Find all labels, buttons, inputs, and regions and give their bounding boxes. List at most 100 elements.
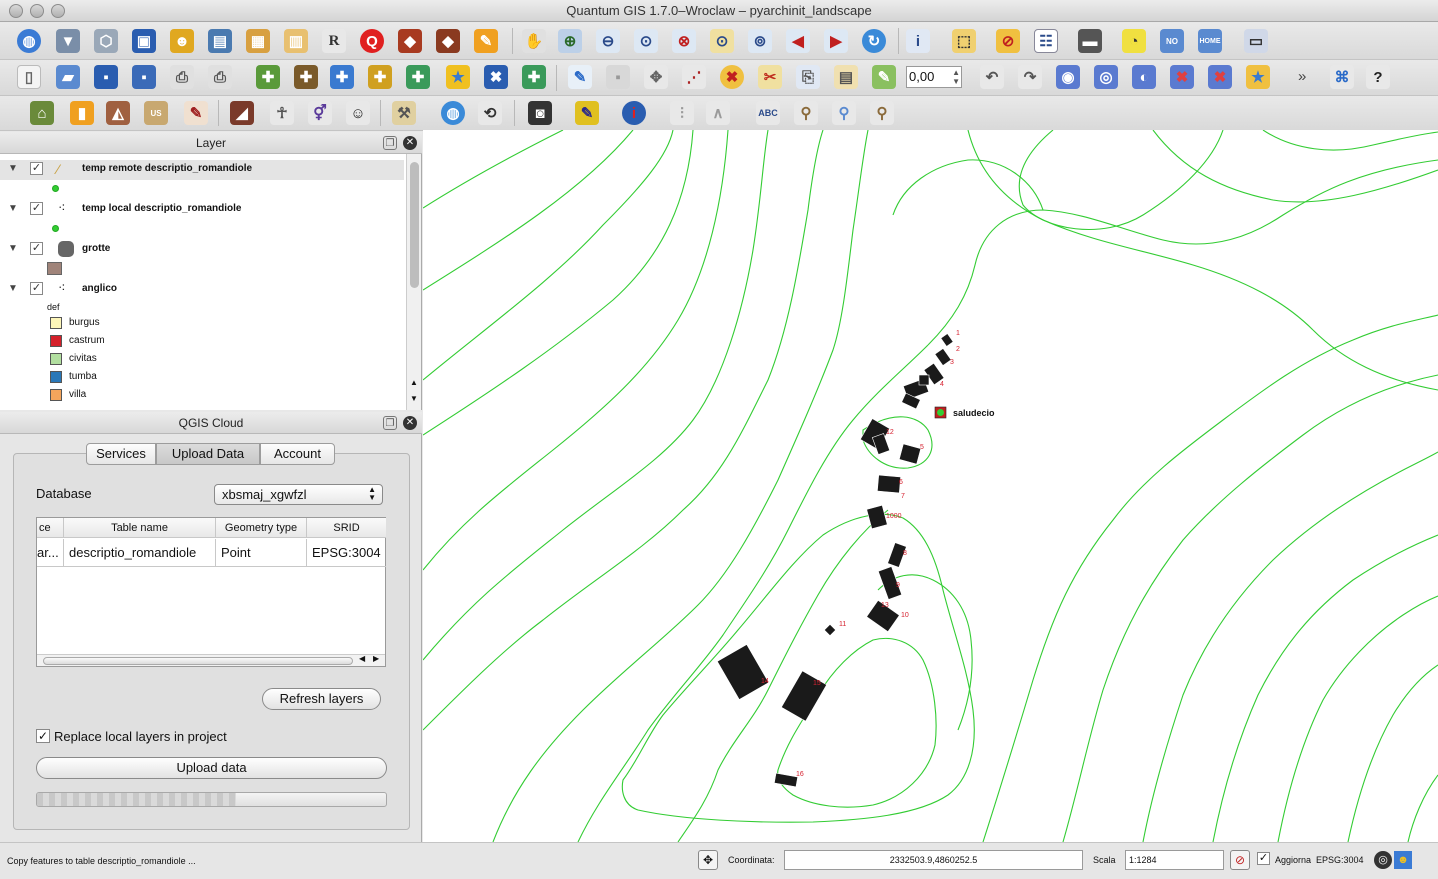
layer-visibility-checkbox[interactable]: ✓ [30,202,43,215]
geoprocessing-icon[interactable]: ◍ [441,101,465,125]
db-connect-icon[interactable]: ⬡ [94,29,118,53]
minimize-window-button[interactable] [30,4,44,18]
scroll-down-icon[interactable]: ▼ [410,394,418,403]
layer-visibility-checkbox[interactable]: ✓ [30,162,43,175]
pin-label-icon[interactable]: ⚲ [794,101,818,125]
zoom-layer-icon[interactable]: ⊙ [710,29,734,53]
crs-status-icon[interactable]: ◎ [1374,851,1392,869]
dig-tool-icon[interactable]: ⚒ [392,101,416,125]
python-icon[interactable]: ✎ [575,101,599,125]
coordinate-field[interactable]: 2332503.9,4860252.5 [784,850,1083,870]
save-as-icon[interactable]: ▪ [132,65,156,89]
us-form-icon[interactable]: US [144,101,168,125]
map-canvas[interactable]: saludecio 1 2 3 4 5 6 7 8 9 10 11 12 13 … [423,130,1438,842]
add-spatialite-icon[interactable]: ✚ [368,65,392,89]
people-icon[interactable]: ☺ [346,101,370,125]
expand-triangle-icon[interactable]: ▼ [8,283,18,294]
layer-row[interactable]: ▼ ✓ ⁖ anglico [0,280,404,300]
horizontal-scrollbar[interactable]: ◀ ▶ [37,654,385,666]
add-raster-icon[interactable]: ✚ [294,65,318,89]
zoom-full-icon[interactable]: ⊙ [634,29,658,53]
layer-row[interactable]: ▼ ✓ ⁄ temp remote descriptio_romandiole [0,160,404,180]
move-label-icon[interactable]: ⚲ [870,101,894,125]
map-tips-icon[interactable]: ◔ [1122,29,1146,53]
camera-icon[interactable]: ◙ [528,101,552,125]
scrollbar-thumb[interactable] [410,162,419,288]
layer-visibility-checkbox[interactable]: ✓ [30,242,43,255]
column-header[interactable]: Table name [64,518,216,538]
globe-icon[interactable]: ◍ [17,29,41,53]
rotate-label-icon[interactable]: ⚲ [832,101,856,125]
excavation-icon[interactable]: ◆ [436,29,460,53]
sync-icon[interactable]: ⟲ [478,101,502,125]
add-wfs-icon[interactable]: ✚ [522,65,546,89]
expand-triangle-icon[interactable]: ▼ [8,163,18,174]
close-icon[interactable]: ✕ [403,136,417,150]
deselect-icon[interactable]: ⊘ [996,29,1020,53]
expand-triangle-icon[interactable]: ▼ [8,243,18,254]
select-icon[interactable]: ⬚ [952,29,976,53]
edit-icon[interactable]: ✎ [474,29,498,53]
database-select[interactable]: xbsmaj_xgwfzl ▲ ▼ [214,484,383,505]
column-header[interactable]: SRID [307,518,386,538]
replace-layers-checkbox[interactable]: ✓ [36,729,50,743]
add-vector-icon[interactable]: ✚ [256,65,280,89]
structure-icon[interactable]: ◭ [106,101,130,125]
float-icon[interactable]: ❐ [383,136,397,150]
message-user-icon[interactable]: ☻ [1394,851,1412,869]
new-layer-icon[interactable]: ▭ [1244,29,1268,53]
replace-layers-option[interactable]: ✓ Replace local layers in project [36,729,296,745]
render-checkbox[interactable]: ✓ [1257,852,1270,865]
site-icon[interactable]: ⌂ [30,101,54,125]
user-icon[interactable]: ☻ [170,29,194,53]
layer-scrollbar[interactable]: ▲ ▼ [406,154,421,410]
capture-icon[interactable]: ⌘ [1330,65,1354,89]
toolbar-overflow-icon[interactable]: » [1298,68,1306,85]
delete-selected-icon[interactable]: ✖ [720,65,744,89]
scrollbar-thumb[interactable] [43,657,353,665]
column-header[interactable]: ce [37,518,64,538]
float-icon[interactable]: ❐ [383,416,397,430]
zoom-next-icon[interactable]: ▶ [824,29,848,53]
refresh-layers-button[interactable]: Refresh layers [262,688,381,710]
undo-icon[interactable]: ↶ [980,65,1004,89]
remove-layer-icon[interactable]: ✖ [484,65,508,89]
table-cell[interactable]: descriptio_romandiole [64,539,216,567]
table-cell[interactable]: ar... [37,539,64,567]
scroll-left-icon[interactable]: ◀ [359,654,365,663]
save-project-icon[interactable]: ▪ [94,65,118,89]
tab-account[interactable]: Account [260,443,335,465]
coordinate-toggle-icon[interactable]: ✥ [698,850,718,870]
new-vector-icon[interactable]: ★ [446,65,470,89]
new-project-icon[interactable]: ▯ [17,65,41,89]
close-window-button[interactable] [9,4,23,18]
add-island-icon[interactable]: ◎ [1094,65,1118,89]
add-postgis-icon[interactable]: ✚ [330,65,354,89]
table-cell[interactable]: Point [216,539,307,567]
scroll-up-icon[interactable]: ▲ [410,378,418,387]
skeleton-icon[interactable]: ☥ [270,101,294,125]
gender-icon[interactable]: ⚥ [308,101,332,125]
tables-grid[interactable]: ce Table name Geometry type SRID ar... d… [36,517,386,667]
reshape-icon[interactable]: ◐ [1132,65,1156,89]
find-icon[interactable]: ✎ [184,101,208,125]
upload-data-button[interactable]: Upload data [36,757,387,779]
label-icon[interactable]: ABC [756,101,780,125]
copy-icon[interactable]: ⎘ [796,65,820,89]
r-icon[interactable]: R [322,29,346,53]
plugin-icon[interactable]: ▣ [132,29,156,53]
refresh-icon[interactable]: ↻ [862,29,886,53]
layer-row[interactable]: ▼ ✓ grotte [0,240,404,260]
delete-ring-icon[interactable]: ✖ [1170,65,1194,89]
layer-visibility-checkbox[interactable]: ✓ [30,282,43,295]
tab-services[interactable]: Services [86,443,156,465]
tab-upload-data[interactable]: Upload Data [156,443,260,465]
chart-icon[interactable]: ⫶ [670,101,694,125]
zoom-prev-icon[interactable]: ◀ [786,29,810,53]
database-icon[interactable]: ▤ [208,29,232,53]
shovel-icon[interactable]: ◆ [398,29,422,53]
expand-triangle-icon[interactable]: ▼ [8,203,18,214]
info-globe-icon[interactable]: i [622,101,646,125]
zoom-in-icon[interactable]: ⊕ [558,29,582,53]
merge-features-icon[interactable]: ★ [1246,65,1270,89]
